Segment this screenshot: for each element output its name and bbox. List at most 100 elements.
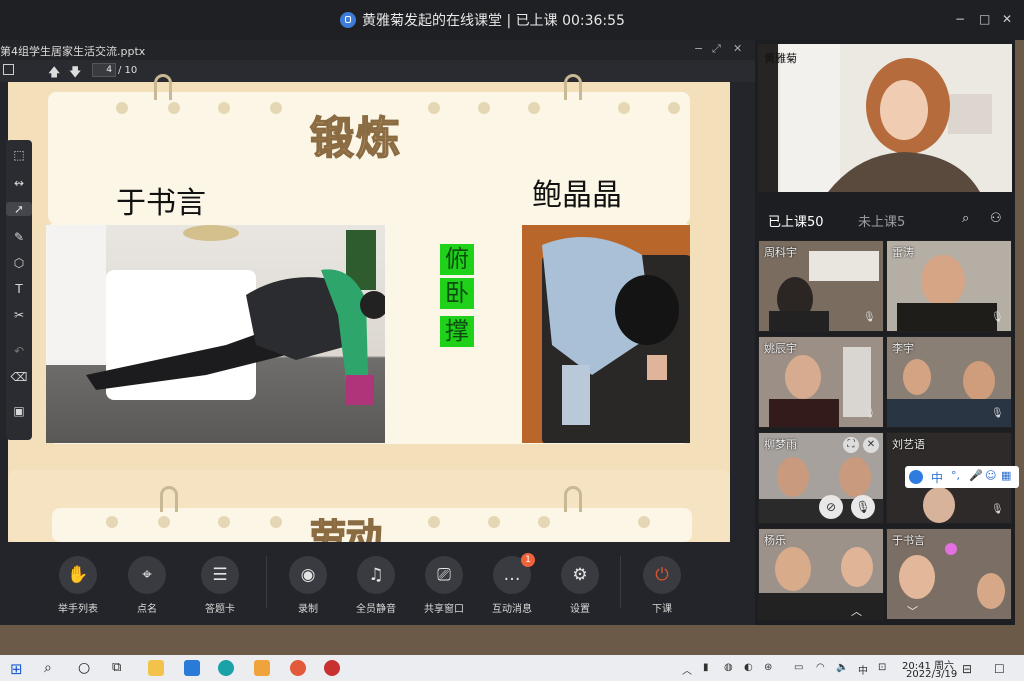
close-tile-icon[interactable]: ✕ xyxy=(863,437,879,453)
power-icon: ⏻ xyxy=(643,556,681,594)
page-number-input[interactable]: 4 xyxy=(92,63,116,77)
cortana-icon[interactable]: ○ xyxy=(78,660,94,676)
slide-title: 锻炼 xyxy=(309,112,402,165)
ime-voice-icon[interactable]: 🎤 xyxy=(969,469,983,482)
pen-icon[interactable]: ✎ xyxy=(6,230,32,244)
participant-tile[interactable]: 李宇 🎙 xyxy=(886,336,1012,428)
toolbar-divider xyxy=(620,556,621,608)
mute-all-icon: ♫ xyxy=(357,556,395,594)
participant-name: 周科宇 xyxy=(764,246,797,259)
button-label: 举手列表 xyxy=(58,604,98,615)
chevron-down-icon[interactable]: ﹀ xyxy=(907,603,918,619)
roll-call-button[interactable]: ⌖ 点名 xyxy=(117,556,177,615)
tray-icon[interactable]: ⊛ xyxy=(764,662,772,673)
ime-menu-icon[interactable]: ▦ xyxy=(1001,469,1011,482)
app-icon[interactable] xyxy=(290,660,306,676)
ime-mode[interactable]: 中 xyxy=(931,469,943,486)
tray-icon[interactable]: ▭ xyxy=(794,662,803,673)
app-icon[interactable] xyxy=(254,660,270,676)
participant-name: 李宇 xyxy=(892,342,914,355)
chevron-up-icon[interactable]: ︿ xyxy=(851,603,862,619)
tray-icon[interactable]: ▮ xyxy=(703,662,709,673)
next-slide-title: 劳动 xyxy=(310,518,383,542)
participant-tile[interactable]: 杨乐 ︿ xyxy=(758,528,884,620)
tray-icon[interactable]: ⊟ xyxy=(962,662,972,676)
laser-pointer-icon[interactable]: ↭ xyxy=(6,176,32,190)
search-icon[interactable]: ⌕ xyxy=(962,211,969,226)
search-icon[interactable]: ⌕ xyxy=(44,660,60,676)
activity-label-char: 撑 xyxy=(440,316,474,347)
interactive-messages-button[interactable]: … 1 互动消息 xyxy=(482,553,542,615)
mute-all-button[interactable]: ♫ 全员静音 xyxy=(346,556,406,615)
windows-start-icon[interactable]: ⊞ xyxy=(10,660,26,678)
task-view-icon[interactable]: ⧉ xyxy=(112,660,128,676)
tray-icon[interactable]: ◍ xyxy=(724,662,733,673)
end-class-button[interactable]: ⏻ 下课 xyxy=(632,556,692,615)
button-label: 共享窗口 xyxy=(424,604,464,615)
undo-icon[interactable]: ↶ xyxy=(6,344,32,358)
participant-name: 姚辰宇 xyxy=(764,342,797,355)
binder-ring xyxy=(668,102,680,114)
ime-tray-icon[interactable]: ⊡ xyxy=(878,662,886,673)
minimize-button[interactable]: − xyxy=(955,12,965,26)
volume-icon[interactable]: 🔈 xyxy=(836,662,848,673)
close-button[interactable]: ✕ xyxy=(1002,12,1012,26)
wifi-icon[interactable]: ◠ xyxy=(816,662,825,673)
prev-page-icon[interactable]: 🡅 xyxy=(48,63,60,84)
doc-close-icon[interactable]: ✕ xyxy=(733,42,742,55)
mute-mic-icon[interactable]: 🎙 xyxy=(851,495,875,519)
ime-toolbar[interactable]: 中 °, 🎤 ☺ ▦ xyxy=(905,466,1019,488)
button-label: 设置 xyxy=(570,604,590,615)
next-page-icon[interactable]: 🡇 xyxy=(69,63,81,84)
binder-ring xyxy=(428,102,440,114)
participant-tile[interactable]: 柳梦雨 ⛶ ✕ ⊘ 🎙 xyxy=(758,432,884,524)
tab-absent[interactable]: 未上课5 xyxy=(858,211,905,230)
file-explorer-icon[interactable] xyxy=(148,660,164,676)
clock-date[interactable]: 2022/3/19 xyxy=(906,669,957,680)
insert-icon[interactable]: ⬚ xyxy=(6,148,32,162)
tray-chevron-icon[interactable]: ︿ xyxy=(682,662,692,677)
record-button[interactable]: ◉ 录制 xyxy=(278,556,338,615)
pushup-photo-left xyxy=(46,225,385,443)
doc-minimize-icon[interactable]: − xyxy=(694,42,703,55)
doc-fullscreen-icon[interactable]: ⤢ xyxy=(712,42,721,56)
expand-icon[interactable]: ⛶ xyxy=(843,437,859,453)
document-filename: 第4组学生居家生活交流.pptx xyxy=(0,45,146,58)
participant-tile[interactable]: 于书言 ﹀ xyxy=(886,528,1012,620)
toolbox-icon[interactable]: ▣ xyxy=(6,404,32,418)
sidebar-toggle-icon[interactable] xyxy=(3,64,14,75)
tab-attended[interactable]: 已上课50 xyxy=(768,211,824,230)
ime-emoji-icon[interactable]: ☺ xyxy=(985,469,996,482)
button-label: 下课 xyxy=(652,604,672,615)
participant-name: 杨乐 xyxy=(764,534,786,547)
tray-icon[interactable]: ◐ xyxy=(744,662,753,673)
raise-hand-list-button[interactable]: ✋ 举手列表 xyxy=(48,556,108,615)
text-icon[interactable]: T xyxy=(6,282,32,296)
input-language[interactable]: 中 xyxy=(858,662,868,677)
participant-tile[interactable]: 雷涛 🎙 xyxy=(886,240,1012,332)
scissors-icon[interactable]: ✂ xyxy=(6,308,32,322)
binder-ring xyxy=(528,102,540,114)
pushup-photo-left-art xyxy=(46,225,385,405)
settings-button[interactable]: ⚙ 设置 xyxy=(550,556,610,615)
shapes-icon[interactable]: ⬡ xyxy=(6,256,32,270)
app-icon[interactable] xyxy=(324,660,340,676)
mute-video-icon[interactable]: ⊘ xyxy=(819,495,843,519)
binder-hook xyxy=(154,74,172,100)
eraser-icon[interactable]: ⌫ xyxy=(6,370,32,384)
notifications-icon[interactable]: ☐ xyxy=(994,662,1005,676)
button-label: 录制 xyxy=(298,604,318,615)
mail-icon[interactable] xyxy=(184,660,200,676)
teacher-video[interactable]: 黄雅菊 xyxy=(758,44,1012,192)
maximize-button[interactable]: □ xyxy=(979,12,990,26)
participant-name: 柳梦雨 xyxy=(764,438,797,451)
participant-tile[interactable]: 姚辰宇 🎙 xyxy=(758,336,884,428)
edge-icon[interactable] xyxy=(218,660,234,676)
share-window-button[interactable]: ⎚ 共享窗口 xyxy=(414,556,474,615)
answer-card-button[interactable]: ☰ 答题卡 xyxy=(190,556,250,615)
participant-tile[interactable]: 周科宇 🎙 xyxy=(758,240,884,332)
binder-hook xyxy=(564,486,582,512)
ime-punct-icon[interactable]: °, xyxy=(951,469,960,482)
add-user-icon[interactable]: ⚇ xyxy=(990,211,1002,226)
select-cursor-icon[interactable]: ➚ xyxy=(6,202,32,216)
